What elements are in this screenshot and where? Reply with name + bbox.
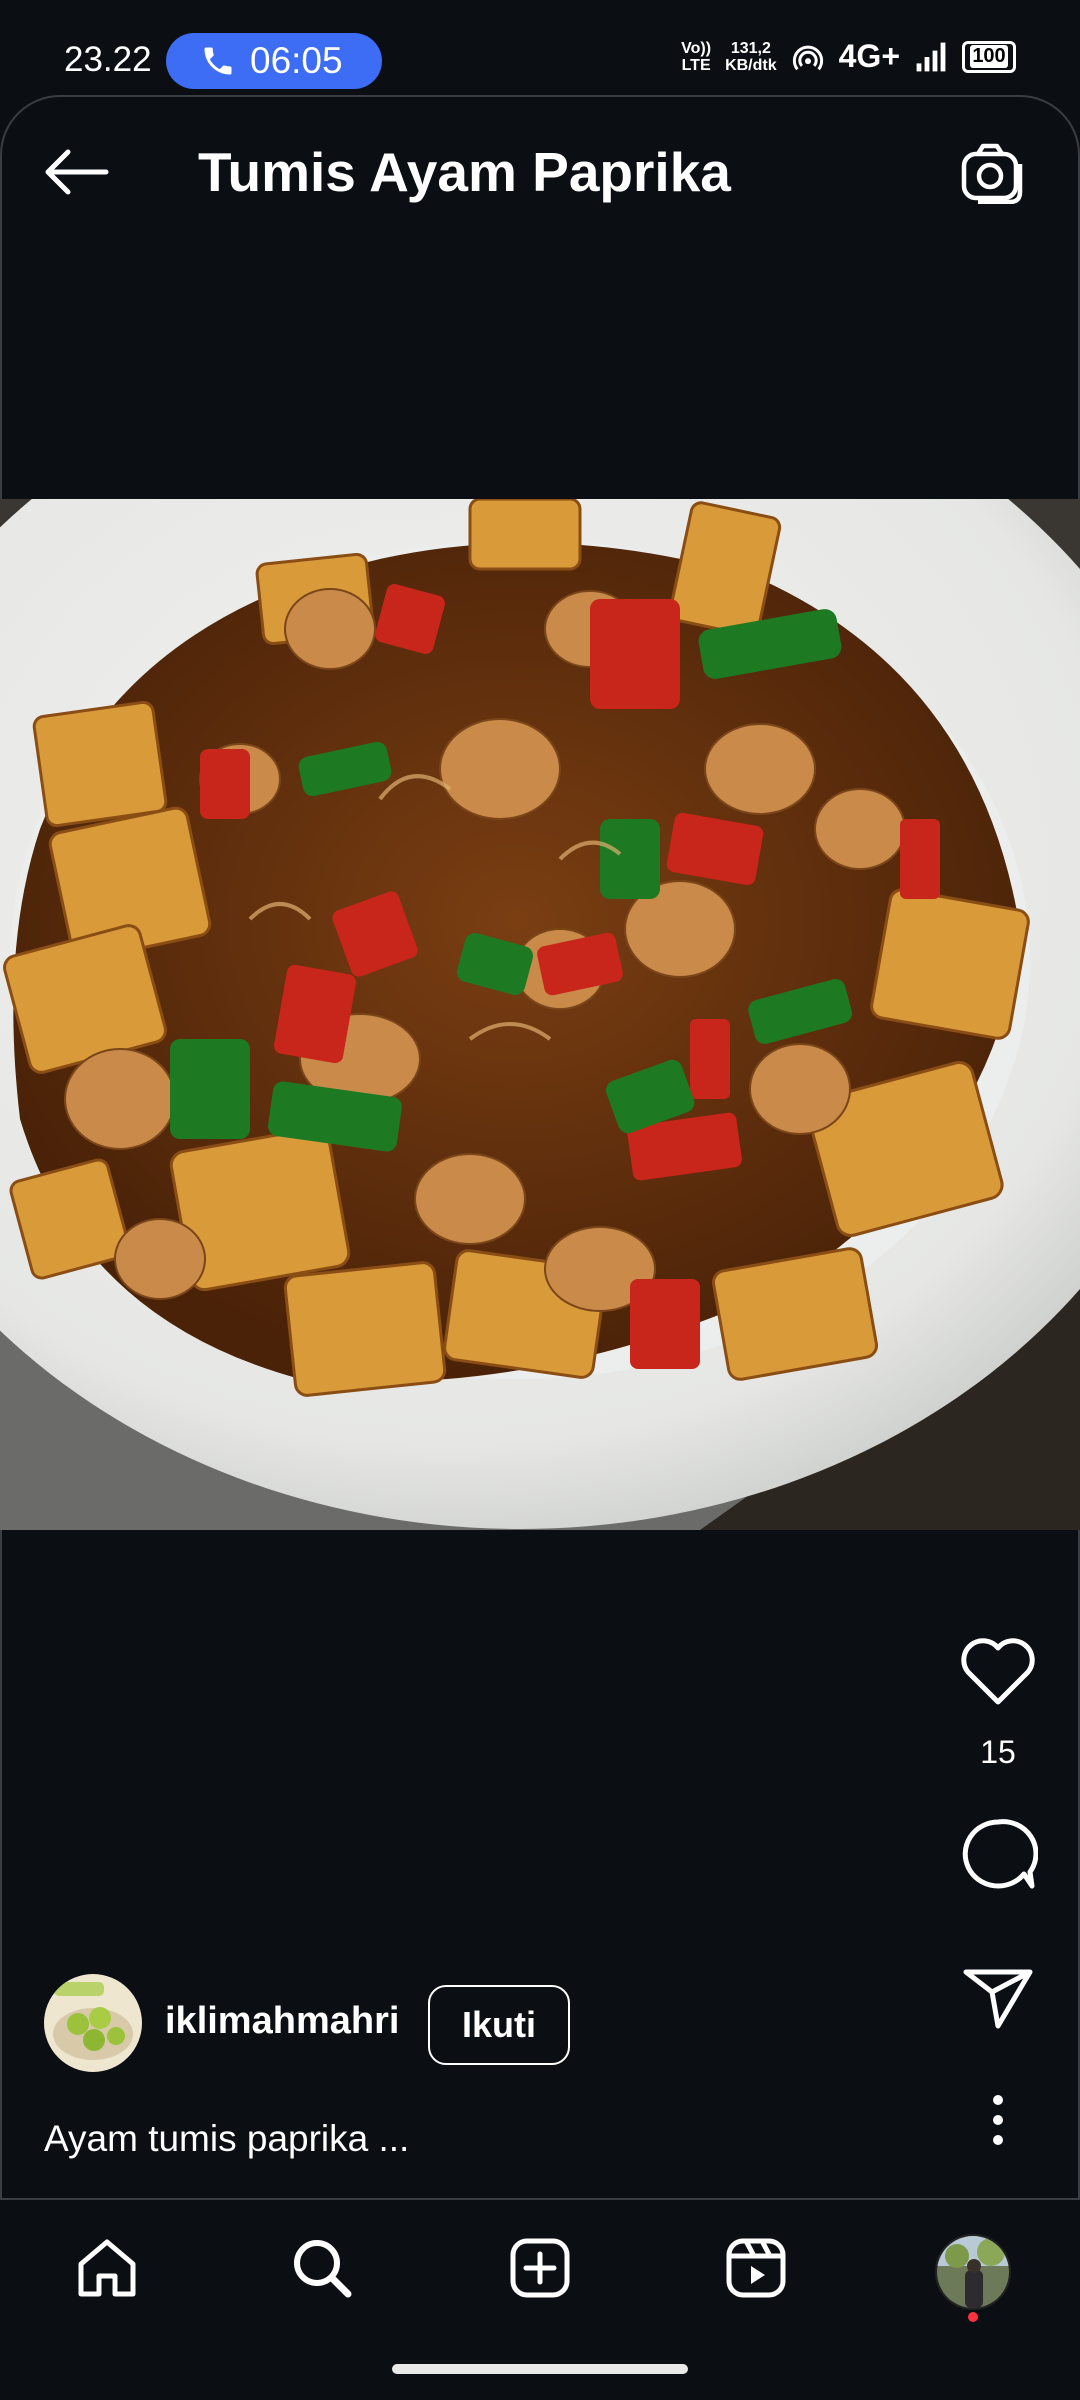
post-caption[interactable]: Ayam tumis paprika ...: [44, 2118, 409, 2160]
home-icon[interactable]: [75, 2236, 139, 2300]
like-count[interactable]: 15: [960, 1734, 1036, 1771]
author-avatar-image: [44, 1974, 142, 2072]
signal-icon: [916, 42, 946, 71]
home-indicator[interactable]: [392, 2364, 688, 2374]
call-timer: 06:05: [250, 40, 343, 81]
battery-level: 100: [970, 45, 1008, 68]
follow-button[interactable]: Ikuti: [428, 1985, 570, 2065]
comment-icon[interactable]: [958, 1816, 1038, 1892]
data-speed: 131,2 KB/dtk: [725, 39, 777, 74]
more-options-icon[interactable]: [988, 2092, 1008, 2148]
search-icon[interactable]: [290, 2236, 354, 2300]
heart-icon[interactable]: [958, 1636, 1038, 1708]
arrow-left-icon[interactable]: [40, 146, 112, 198]
battery-icon: 100: [962, 40, 1016, 73]
author-username[interactable]: iklimahmahri: [165, 2000, 399, 2043]
create-icon[interactable]: [508, 2236, 572, 2300]
network-type: 4G+: [838, 38, 900, 74]
status-time: 23.22: [64, 40, 152, 79]
share-icon[interactable]: [962, 1966, 1034, 2030]
food-photo: [0, 499, 1080, 1530]
author-avatar[interactable]: [44, 1974, 142, 2072]
camera-icon[interactable]: [958, 142, 1026, 204]
phone-icon: [204, 47, 232, 75]
profile-avatar-image: [937, 2236, 1009, 2308]
notification-dot: [968, 2312, 978, 2322]
post-image[interactable]: [0, 499, 1080, 1530]
page-title: Tumis Ayam Paprika: [198, 141, 731, 203]
volte-indicator: Vo)) LTE: [681, 39, 712, 74]
hotspot-icon: [792, 45, 823, 70]
reels-icon[interactable]: [724, 2236, 788, 2300]
profile-avatar[interactable]: [935, 2234, 1011, 2310]
call-indicator[interactable]: 06:05: [166, 33, 382, 89]
status-icons: Vo)) LTE 131,2 KB/dtk 4G+ 100: [681, 38, 1016, 75]
